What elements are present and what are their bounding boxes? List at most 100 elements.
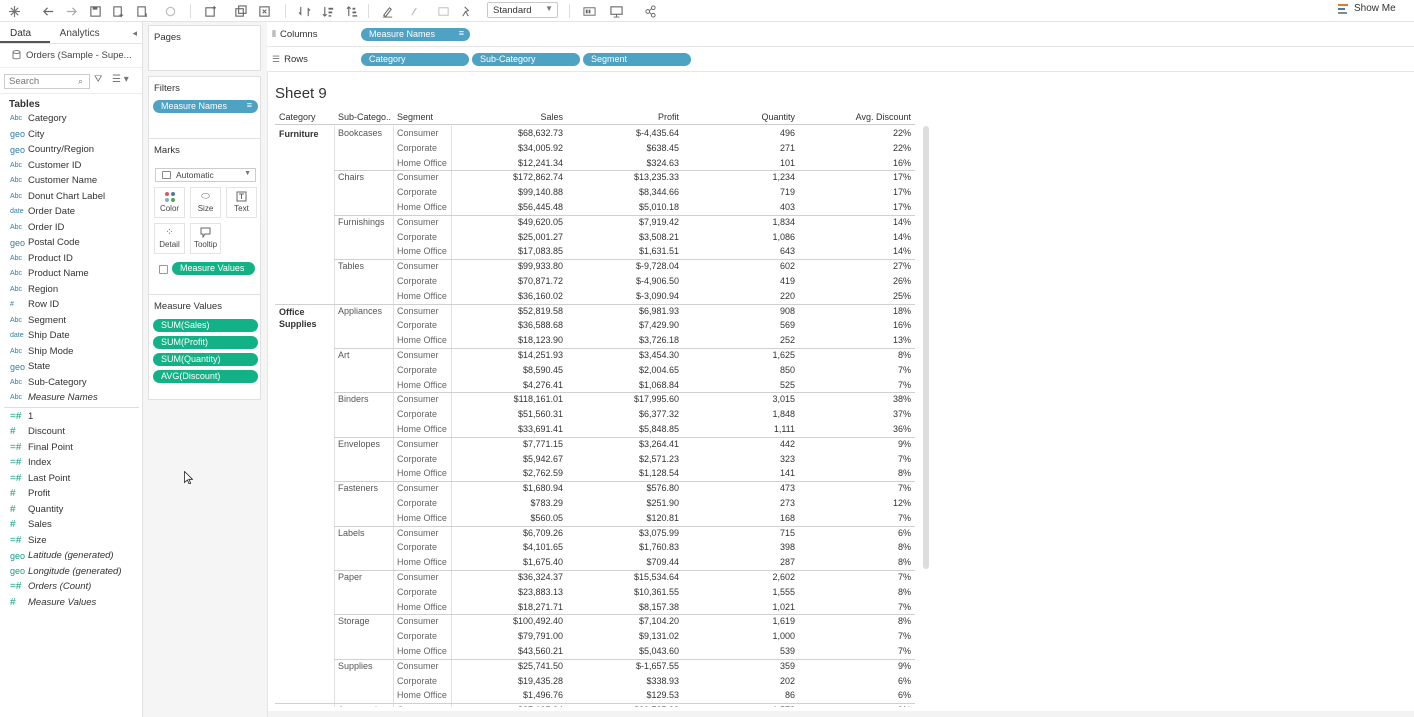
table-row[interactable]: Consumer $100,492.40 $7,104.20 1,619 8% bbox=[393, 614, 915, 629]
show-labels-icon[interactable] bbox=[433, 2, 453, 20]
table-row[interactable]: Consumer $172,862.74 $13,235.33 1,234 17% bbox=[393, 170, 915, 185]
field-measure-names[interactable]: Abc Measure Names bbox=[0, 390, 142, 406]
duplicate-sheet-icon[interactable] bbox=[230, 2, 250, 20]
sort-descending-icon[interactable] bbox=[342, 2, 362, 20]
show-me-button[interactable]: Show Me bbox=[1338, 3, 1396, 14]
field-sub-category[interactable]: Abc Sub-Category bbox=[0, 375, 142, 391]
text-button[interactable]: Text bbox=[226, 187, 257, 218]
table-row[interactable]: Corporate $51,560.31 $6,377.32 1,848 37% bbox=[393, 407, 915, 422]
columns-pill-measure-names[interactable]: Measure Names ≡ bbox=[361, 28, 470, 41]
horizontal-scrollbar[interactable] bbox=[268, 711, 1414, 717]
category-label[interactable]: Office Supplies bbox=[279, 306, 334, 330]
category-label[interactable]: Technology bbox=[279, 705, 334, 707]
field-size[interactable]: =# Size bbox=[0, 533, 142, 549]
table-row[interactable]: Home Office $36,160.02 $-3,090.94 220 25% bbox=[393, 289, 915, 304]
field-last-point[interactable]: =# Last Point bbox=[0, 471, 142, 487]
subcategory-label[interactable]: Paper bbox=[338, 572, 393, 582]
subcategory-label[interactable]: Art bbox=[338, 350, 393, 360]
table-row[interactable]: Corporate $79,791.00 $9,131.02 1,000 7% bbox=[393, 629, 915, 644]
field-region[interactable]: Abc Region bbox=[0, 282, 142, 298]
new-worksheet-icon[interactable] bbox=[200, 2, 220, 20]
share-icon[interactable] bbox=[640, 2, 660, 20]
field-product-id[interactable]: Abc Product ID bbox=[0, 251, 142, 267]
table-row[interactable]: Corporate $19,435.28 $338.93 202 6% bbox=[393, 674, 915, 689]
table-row[interactable]: Consumer $6,709.26 $3,075.99 715 6% bbox=[393, 526, 915, 541]
field-index[interactable]: =# Index bbox=[0, 455, 142, 471]
subcategory-label[interactable]: Labels bbox=[338, 528, 393, 538]
column-header[interactable]: Category bbox=[279, 112, 316, 122]
presentation-mode-icon[interactable] bbox=[606, 2, 626, 20]
table-row[interactable]: Home Office $12,241.34 $324.63 101 16% bbox=[393, 156, 915, 171]
column-header[interactable]: Sub-Catego.. bbox=[338, 112, 391, 122]
rows-pill-segment[interactable]: Segment bbox=[583, 53, 691, 66]
show-cards-icon[interactable] bbox=[579, 2, 599, 20]
subcategory-label[interactable]: Envelopes bbox=[338, 439, 393, 449]
table-row[interactable]: Consumer $14,251.93 $3,454.30 1,625 8% bbox=[393, 348, 915, 363]
table-row[interactable]: Corporate $8,590.45 $2,004.65 850 7% bbox=[393, 363, 915, 378]
view-options-icon[interactable]: ☰ ▾ bbox=[112, 74, 129, 85]
table-row[interactable]: Home Office $1,675.40 $709.44 287 8% bbox=[393, 555, 915, 570]
table-row[interactable]: Consumer $7,771.15 $3,264.41 442 9% bbox=[393, 437, 915, 452]
swap-rows-columns-icon[interactable] bbox=[294, 2, 314, 20]
field-profit[interactable]: # Profit bbox=[0, 486, 142, 502]
rows-pill-sub-category[interactable]: Sub-Category bbox=[472, 53, 580, 66]
detail-button[interactable]: ⁘ Detail bbox=[154, 223, 185, 254]
subcategory-label[interactable]: Appliances bbox=[338, 306, 393, 316]
sort-ascending-icon[interactable] bbox=[318, 2, 338, 20]
rows-shelf[interactable]: ☰ Rows Category Sub-Category Segment bbox=[267, 47, 1414, 72]
table-row[interactable]: Consumer $99,933.80 $-9,728.04 602 27% bbox=[393, 259, 915, 274]
table-row[interactable]: Home Office $18,123.90 $3,726.18 252 13% bbox=[393, 333, 915, 348]
table-row[interactable]: Corporate $99,140.88 $8,344.66 719 17% bbox=[393, 185, 915, 200]
table-row[interactable]: Consumer $25,741.50 $-1,657.55 359 9% bbox=[393, 659, 915, 674]
field-customer-name[interactable]: Abc Customer Name bbox=[0, 173, 142, 189]
field-product-name[interactable]: Abc Product Name bbox=[0, 266, 142, 282]
field-category[interactable]: Abc Category bbox=[0, 111, 142, 127]
field-segment[interactable]: Abc Segment bbox=[0, 313, 142, 329]
field-final-point[interactable]: =# Final Point bbox=[0, 440, 142, 456]
fit-mode-select[interactable]: Standard ▼ bbox=[487, 2, 558, 18]
subcategory-label[interactable]: Supplies bbox=[338, 661, 393, 671]
column-header[interactable]: Profit bbox=[658, 112, 679, 122]
clear-sheet-icon[interactable] bbox=[254, 2, 274, 20]
table-row[interactable]: Corporate $25,001.27 $3,508.21 1,086 14% bbox=[393, 230, 915, 245]
column-header[interactable]: Segment bbox=[397, 112, 433, 122]
group-members-icon[interactable] bbox=[404, 2, 424, 20]
size-button[interactable]: ⬭ Size bbox=[190, 187, 221, 218]
table-row[interactable]: Corporate $783.29 $251.90 273 12% bbox=[393, 496, 915, 511]
column-header[interactable]: Sales bbox=[540, 112, 563, 122]
refresh-icon[interactable] bbox=[160, 2, 180, 20]
field-1[interactable]: =# 1 bbox=[0, 409, 142, 425]
sheet-title[interactable]: Sheet 9 bbox=[275, 85, 327, 102]
rows-pill-category[interactable]: Category bbox=[361, 53, 469, 66]
table-row[interactable]: Home Office $43,560.21 $5,043.60 539 7% bbox=[393, 644, 915, 659]
field-order-date[interactable]: date Order Date bbox=[0, 204, 142, 220]
datasource-item[interactable]: Orders (Sample - Supe... bbox=[0, 44, 142, 68]
subcategory-label[interactable]: Accessories bbox=[338, 705, 393, 707]
measure-value-pill[interactable]: SUM(Quantity) bbox=[153, 353, 258, 366]
field-quantity[interactable]: # Quantity bbox=[0, 502, 142, 518]
table-row[interactable]: Home Office $2,762.59 $1,128.54 141 8% bbox=[393, 466, 915, 481]
table-row[interactable]: Consumer $52,819.58 $6,981.93 908 18% bbox=[393, 304, 915, 319]
pages-card[interactable]: Pages bbox=[148, 25, 261, 71]
vertical-scrollbar[interactable] bbox=[923, 126, 929, 569]
highlight-icon[interactable] bbox=[377, 2, 397, 20]
measure-value-pill[interactable]: SUM(Profit) bbox=[153, 336, 258, 349]
new-datasource-icon[interactable] bbox=[108, 2, 128, 20]
table-row[interactable]: Consumer $1,680.94 $576.80 473 7% bbox=[393, 481, 915, 496]
table-row[interactable]: Corporate $36,588.68 $7,429.90 569 16% bbox=[393, 318, 915, 333]
subcategory-label[interactable]: Furnishings bbox=[338, 217, 393, 227]
tooltip-button[interactable]: Tooltip bbox=[190, 223, 221, 254]
table-row[interactable]: Home Office $56,445.48 $5,010.18 403 17% bbox=[393, 200, 915, 215]
tab-data[interactable]: Data bbox=[0, 22, 50, 43]
table-row[interactable]: Corporate $4,101.65 $1,760.83 398 8% bbox=[393, 540, 915, 555]
subcategory-label[interactable]: Fasteners bbox=[338, 483, 393, 493]
table-row[interactable]: Corporate $23,883.13 $10,361.55 1,555 8% bbox=[393, 585, 915, 600]
field-discount[interactable]: # Discount bbox=[0, 424, 142, 440]
field-sales[interactable]: # Sales bbox=[0, 517, 142, 533]
fix-axes-icon[interactable] bbox=[456, 2, 476, 20]
field-country-region[interactable]: geo Country/Region bbox=[0, 142, 142, 158]
field-state[interactable]: geo State bbox=[0, 359, 142, 375]
table-row[interactable]: Home Office $17,083.85 $1,631.51 643 14% bbox=[393, 244, 915, 259]
table-row[interactable]: Home Office $4,276.41 $1,068.84 525 7% bbox=[393, 378, 915, 393]
mark-type-select[interactable]: Automatic ▼ bbox=[155, 168, 256, 182]
